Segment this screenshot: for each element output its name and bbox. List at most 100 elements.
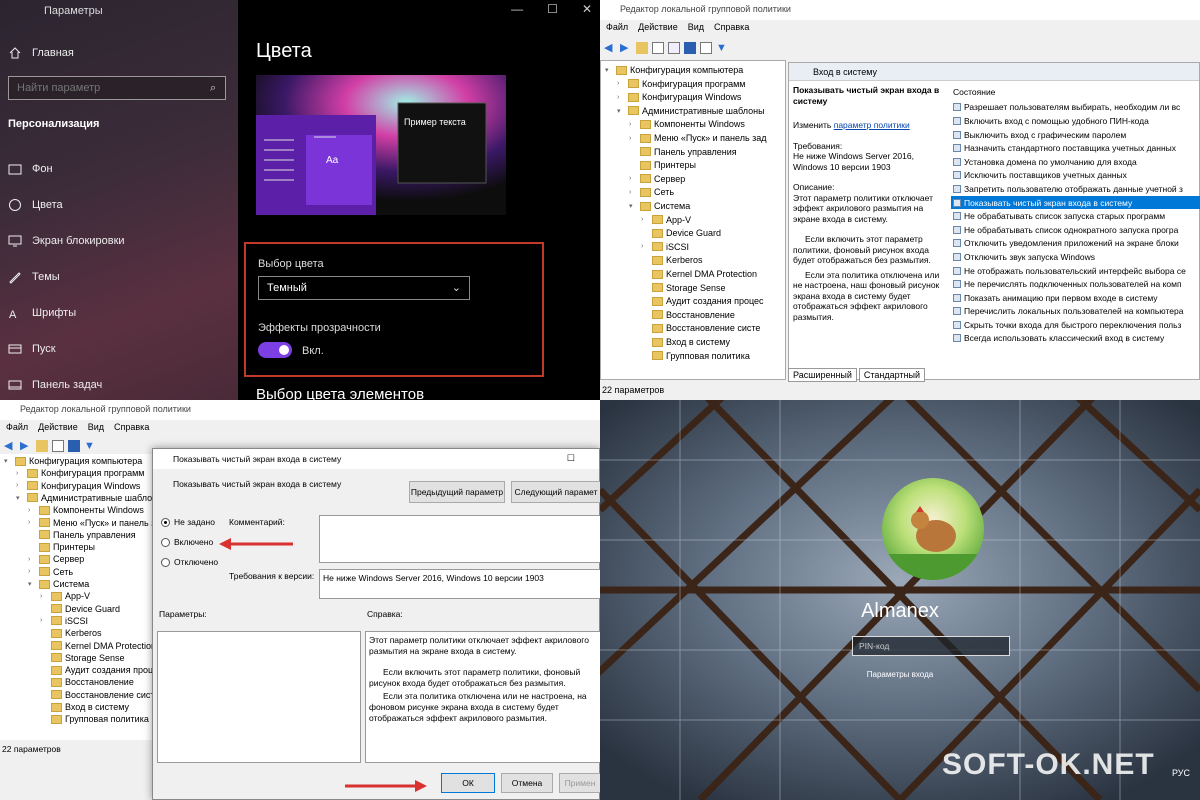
forward-icon[interactable]: ▶: [20, 440, 32, 452]
chevron-right-icon[interactable]: ›: [28, 519, 36, 526]
tree-node[interactable]: Групповая политика: [40, 714, 149, 724]
chevron-right-icon[interactable]: ›: [40, 593, 48, 600]
policy-row[interactable]: Не отображать пользовательский интерфейс…: [951, 264, 1200, 278]
help-icon[interactable]: [68, 440, 80, 452]
tree-node[interactable]: Device Guard: [40, 604, 120, 614]
properties-icon[interactable]: [700, 42, 712, 54]
policy-row[interactable]: Скрыть точки входа для быстрого переключ…: [951, 318, 1200, 332]
policy-row[interactable]: Выключить вход с графическим паролем: [951, 128, 1200, 142]
tree-node[interactable]: ▾ Система: [629, 201, 690, 211]
policy-row[interactable]: Не обрабатывать список запуска старых пр…: [951, 209, 1200, 223]
ok-button[interactable]: ОК: [441, 773, 495, 793]
policy-row[interactable]: Показывать чистый экран входа в систему: [951, 195, 1200, 210]
tree-node[interactable]: › Конфигурация программ: [617, 79, 745, 89]
column-header-state[interactable]: Состояние: [951, 85, 1200, 99]
tree-node[interactable]: Kernel DMA Protection: [641, 269, 757, 279]
menu-file[interactable]: Файл: [606, 22, 628, 38]
menu-view[interactable]: Вид: [688, 22, 704, 38]
radio-enabled[interactable]: Включено: [161, 537, 213, 547]
tree-node[interactable]: Восстановление систе: [40, 690, 154, 700]
prev-setting-button[interactable]: Предыдущий параметр: [409, 481, 505, 503]
cancel-button[interactable]: Отмена: [501, 773, 553, 793]
tree-node[interactable]: Принтеры: [629, 160, 696, 170]
policy-row[interactable]: Не перечислять подключенных пользователе…: [951, 277, 1200, 291]
chevron-down-icon[interactable]: ▾: [4, 457, 12, 465]
comment-field[interactable]: [319, 515, 600, 563]
chevron-right-icon[interactable]: ›: [28, 568, 36, 575]
chevron-right-icon[interactable]: ›: [40, 617, 48, 624]
color-choice-dropdown[interactable]: Темный ⌄: [258, 276, 470, 300]
tree-node[interactable]: › Компоненты Windows: [28, 505, 144, 515]
chevron-down-icon[interactable]: ▾: [28, 580, 36, 588]
tree-node[interactable]: Панель управления: [28, 530, 136, 540]
menu-help[interactable]: Справка: [714, 22, 749, 38]
chevron-right-icon[interactable]: ›: [28, 556, 36, 563]
back-icon[interactable]: ◀: [604, 42, 616, 54]
policy-row[interactable]: Назначить стандартного поставщика учетны…: [951, 141, 1200, 155]
tree-node[interactable]: Storage Sense: [40, 653, 125, 663]
tab-extended[interactable]: Расширенный: [788, 368, 857, 382]
chevron-right-icon[interactable]: ›: [617, 80, 625, 87]
radio-not-configured[interactable]: Не задано: [161, 517, 215, 527]
back-icon[interactable]: ◀: [4, 440, 16, 452]
maximize-icon[interactable]: ☐: [567, 453, 575, 464]
nav-background[interactable]: Фон: [8, 162, 53, 176]
policy-row[interactable]: Установка домена по умолчанию для входа: [951, 155, 1200, 169]
tree-node[interactable]: › iSCSI: [40, 616, 88, 626]
tree-node[interactable]: Панель управления: [629, 147, 737, 157]
policy-row[interactable]: Исключить поставщиков учетных данных: [951, 169, 1200, 183]
tree-node[interactable]: ▾ Конфигурация компьютера: [605, 65, 743, 75]
policy-row[interactable]: Не обрабатывать список однократного запу…: [951, 223, 1200, 237]
policy-row[interactable]: Отключить уведомления приложений на экра…: [951, 237, 1200, 251]
chevron-right-icon[interactable]: ›: [641, 243, 649, 250]
chevron-down-icon[interactable]: ▾: [605, 66, 613, 74]
chevron-right-icon[interactable]: ›: [629, 121, 637, 128]
policy-row[interactable]: Запретить пользователю отображать данные…: [951, 182, 1200, 196]
nav-themes[interactable]: Темы: [8, 270, 60, 284]
chevron-down-icon[interactable]: ▾: [629, 202, 637, 210]
tree-node[interactable]: Kernel DMA Protection: [40, 641, 154, 651]
tree-node[interactable]: › Меню «Пуск» и панель зад: [629, 133, 767, 143]
tree-node[interactable]: › Конфигурация Windows: [16, 481, 140, 491]
radio-disabled[interactable]: Отключено: [161, 557, 218, 567]
tree-node[interactable]: ▾ Система: [28, 579, 89, 589]
tree-node[interactable]: Аудит создания процес: [40, 665, 154, 675]
tree-node[interactable]: › iSCSI: [641, 242, 689, 252]
pin-input[interactable]: PIN-код: [852, 636, 1010, 656]
edit-policy-link[interactable]: параметр политики: [834, 120, 910, 130]
chevron-down-icon[interactable]: ▾: [16, 494, 24, 502]
tree-node[interactable]: Восстановление: [40, 677, 134, 687]
help-icon[interactable]: [684, 42, 696, 54]
close-icon[interactable]: ✕: [582, 2, 592, 16]
nav-taskbar[interactable]: Панель задач: [8, 378, 102, 392]
chevron-right-icon[interactable]: ›: [16, 482, 24, 489]
policy-row[interactable]: Разрешает пользователям выбирать, необхо…: [951, 101, 1200, 115]
forward-icon[interactable]: ▶: [620, 42, 632, 54]
tree-node[interactable]: › Компоненты Windows: [629, 119, 745, 129]
tree-node[interactable]: › Конфигурация программ: [16, 468, 144, 478]
menu-action[interactable]: Действие: [638, 22, 678, 38]
view-icon[interactable]: [652, 42, 664, 54]
policy-row[interactable]: Включить вход с помощью удобного ПИН-код…: [951, 114, 1200, 128]
tree-node[interactable]: Kerberos: [40, 628, 102, 638]
minimize-icon[interactable]: —: [511, 2, 523, 16]
tree-node[interactable]: › App-V: [40, 591, 90, 601]
tree-node[interactable]: › Меню «Пуск» и панель зад: [28, 518, 154, 528]
chevron-down-icon[interactable]: ▾: [617, 107, 625, 115]
tree-node[interactable]: › Конфигурация Windows: [617, 92, 741, 102]
transparency-toggle[interactable]: [258, 342, 292, 358]
search-icon[interactable]: ⌕: [210, 82, 216, 95]
tab-standard[interactable]: Стандартный: [858, 368, 926, 382]
nav-lockscreen[interactable]: Экран блокировки: [8, 234, 125, 248]
sign-in-options-link[interactable]: Параметры входа: [600, 670, 1200, 679]
filter-icon[interactable]: ▼: [84, 440, 96, 452]
chevron-right-icon[interactable]: ›: [641, 216, 649, 223]
nav-colors[interactable]: Цвета: [8, 198, 63, 212]
chevron-right-icon[interactable]: ›: [617, 94, 625, 101]
tree-node[interactable]: › Сервер: [28, 554, 84, 564]
tree-node[interactable]: › App-V: [641, 215, 691, 225]
chevron-right-icon[interactable]: ›: [629, 175, 637, 182]
tree-node[interactable]: Storage Sense: [641, 283, 726, 293]
tree-node[interactable]: Kerberos: [641, 255, 703, 265]
tree-node[interactable]: Восстановление систе: [641, 323, 760, 333]
